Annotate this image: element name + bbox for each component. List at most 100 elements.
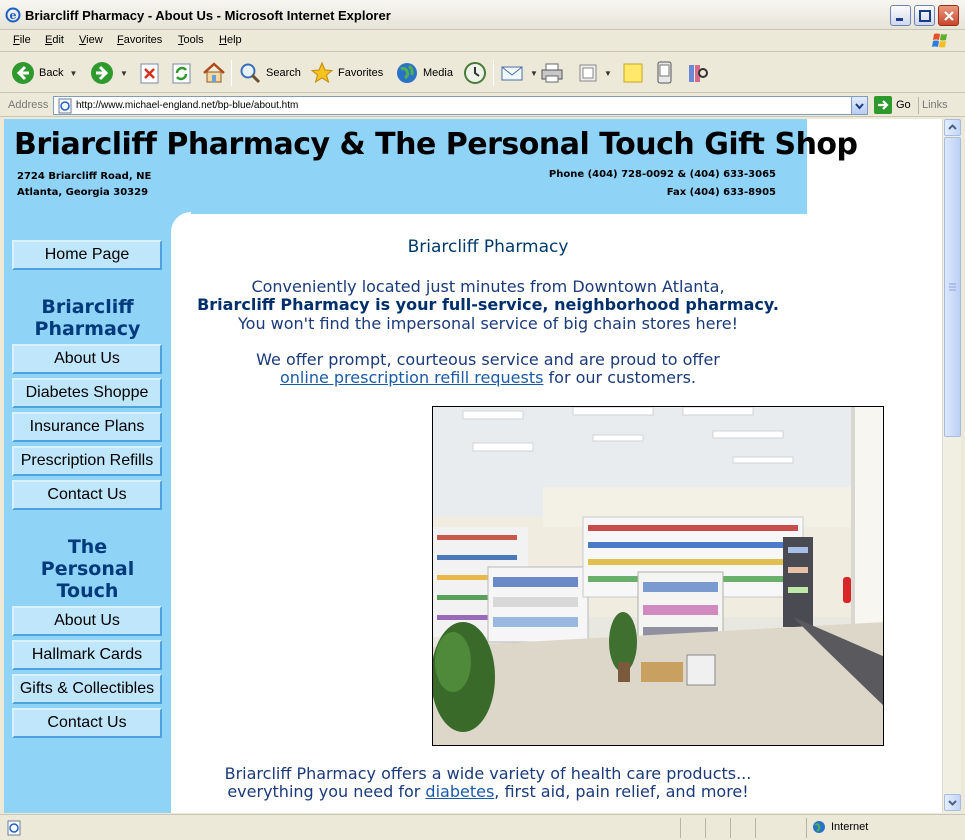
printer-icon — [541, 63, 563, 83]
address-label: Address — [8, 99, 49, 111]
maximize-icon — [919, 10, 931, 22]
go-button[interactable]: Go — [874, 96, 911, 114]
back-button[interactable]: Back ▼ — [11, 58, 77, 88]
nav-hallmark-cards[interactable]: Hallmark Cards — [12, 640, 162, 670]
forward-dropdown-icon[interactable]: ▼ — [120, 69, 128, 78]
nav-prescription-refills[interactable]: Prescription Refills — [12, 446, 162, 476]
nav-home-page[interactable]: Home Page — [12, 240, 162, 270]
forward-button[interactable]: ▼ — [90, 58, 128, 88]
edit-page-icon — [579, 64, 597, 82]
forward-arrow-icon — [91, 62, 113, 84]
print-button[interactable] — [540, 58, 564, 88]
scroll-up-button[interactable] — [944, 119, 961, 136]
go-arrow-icon — [874, 96, 892, 114]
back-dropdown-icon[interactable]: ▼ — [69, 69, 77, 78]
prescription-refill-link[interactable]: online prescription refill requests — [280, 368, 543, 387]
page-viewport: Briarcliff Pharmacy & The Personal Touch… — [4, 119, 942, 813]
maximize-button[interactable] — [914, 5, 935, 26]
refresh-icon — [172, 63, 191, 84]
media-button[interactable]: Media — [395, 58, 453, 88]
offer-line-2-tail: for our customers. — [543, 368, 696, 387]
favorites-button[interactable]: Favorites — [310, 58, 383, 88]
menu-tools[interactable]: Tools — [178, 34, 204, 46]
scroll-down-button[interactable] — [944, 794, 961, 811]
address-dropdown-button[interactable] — [851, 96, 868, 115]
research-button[interactable] — [686, 58, 710, 88]
mail-icon — [501, 66, 523, 81]
search-button[interactable]: Search — [238, 58, 301, 88]
research-icon — [689, 65, 708, 82]
address-url: http://www.michael-england.net/bp-blue/a… — [76, 100, 299, 111]
history-icon — [464, 62, 486, 84]
scroll-down-icon — [948, 800, 957, 806]
window-title: Briarcliff Pharmacy - About Us - Microso… — [25, 8, 391, 23]
gift-heading-line2: Personal — [40, 558, 135, 580]
home-icon — [203, 62, 225, 83]
history-button[interactable] — [463, 58, 487, 88]
menu-view[interactable]: View — [79, 34, 103, 46]
diabetes-link[interactable]: diabetes — [425, 782, 494, 801]
standard-toolbar: Back ▼ ▼ Search Favorites Media ▼ ▼ — [0, 53, 965, 93]
offer-line-2: online prescription refill requests for … — [174, 368, 802, 387]
products-line-2-tail: , first aid, pain relief, and more! — [494, 782, 749, 801]
status-segment — [705, 818, 706, 838]
status-segment — [806, 818, 807, 838]
status-bar: Internet — [0, 814, 965, 840]
edit-dropdown-icon[interactable]: ▼ — [604, 69, 612, 78]
search-icon — [240, 63, 261, 84]
address-input[interactable]: http://www.michael-england.net/bp-blue/a… — [53, 96, 868, 115]
gift-heading-line1: The — [67, 536, 108, 558]
nav-insurance-plans[interactable]: Insurance Plans — [12, 412, 162, 442]
nav-gift-contact-us[interactable]: Contact Us — [12, 708, 162, 738]
messenger-button[interactable] — [656, 58, 674, 88]
fax-number: Fax (404) 633-8905 — [666, 187, 776, 198]
title-bar: e Briarcliff Pharmacy - About Us - Micro… — [0, 0, 965, 30]
products-line-1: Briarcliff Pharmacy offers a wide variet… — [224, 764, 752, 783]
grip-icon — [949, 283, 956, 291]
ie-icon: e — [5, 7, 21, 23]
products-line-2: everything you need for diabetes, first … — [174, 782, 802, 801]
media-label: Media — [423, 67, 453, 79]
close-button[interactable] — [938, 5, 959, 26]
vertical-scrollbar[interactable] — [942, 119, 961, 813]
links-separator — [918, 97, 919, 114]
minimize-button[interactable] — [890, 5, 911, 26]
mail-button[interactable]: ▼ — [500, 58, 538, 88]
internet-globe-icon — [813, 821, 825, 833]
scroll-up-icon — [948, 124, 957, 130]
pharmacy-interior-photo — [432, 406, 884, 746]
nav-pharmacy-contact-us[interactable]: Contact Us — [12, 480, 162, 510]
mail-dropdown-icon[interactable]: ▼ — [530, 69, 538, 78]
search-label: Search — [266, 67, 301, 79]
city-address: Atlanta, Georgia 30329 — [17, 187, 149, 198]
note-icon — [623, 63, 643, 83]
nav-pharmacy-about-us[interactable]: About Us — [12, 344, 162, 374]
nav-diabetes-shoppe[interactable]: Diabetes Shoppe — [12, 378, 162, 408]
toolbar-separator — [231, 60, 232, 86]
menu-file[interactable]: File — [13, 34, 31, 46]
header-strip — [191, 212, 807, 214]
phone-numbers: Phone (404) 728-0092 & (404) 633-3065 — [548, 169, 776, 180]
back-label: Back — [39, 67, 64, 79]
menu-favorites[interactable]: Favorites — [117, 34, 162, 46]
sidebar-corner — [171, 212, 191, 232]
links-button[interactable]: Links — [922, 99, 948, 111]
offer-line-1: We offer prompt, courteous service and a… — [256, 350, 720, 369]
nav-gifts-collectibles[interactable]: Gifts & Collectibles — [12, 674, 162, 704]
refresh-button[interactable] — [172, 58, 192, 88]
stop-button[interactable] — [140, 58, 160, 88]
minimize-icon — [896, 18, 903, 21]
edit-button[interactable]: ▼ — [578, 58, 612, 88]
nav-gift-about-us[interactable]: About Us — [12, 606, 162, 636]
status-segment — [755, 818, 756, 838]
status-segment — [680, 818, 681, 838]
home-button[interactable] — [202, 58, 226, 88]
media-globe-icon — [397, 63, 417, 83]
discuss-button[interactable] — [622, 58, 644, 88]
close-icon — [944, 11, 954, 21]
scroll-thumb[interactable] — [944, 137, 961, 437]
site-title: Briarcliff Pharmacy & The Personal Touch… — [14, 127, 858, 162]
site-header: Briarcliff Pharmacy & The Personal Touch… — [4, 119, 858, 212]
menu-edit[interactable]: Edit — [45, 34, 64, 46]
menu-help[interactable]: Help — [219, 34, 242, 46]
